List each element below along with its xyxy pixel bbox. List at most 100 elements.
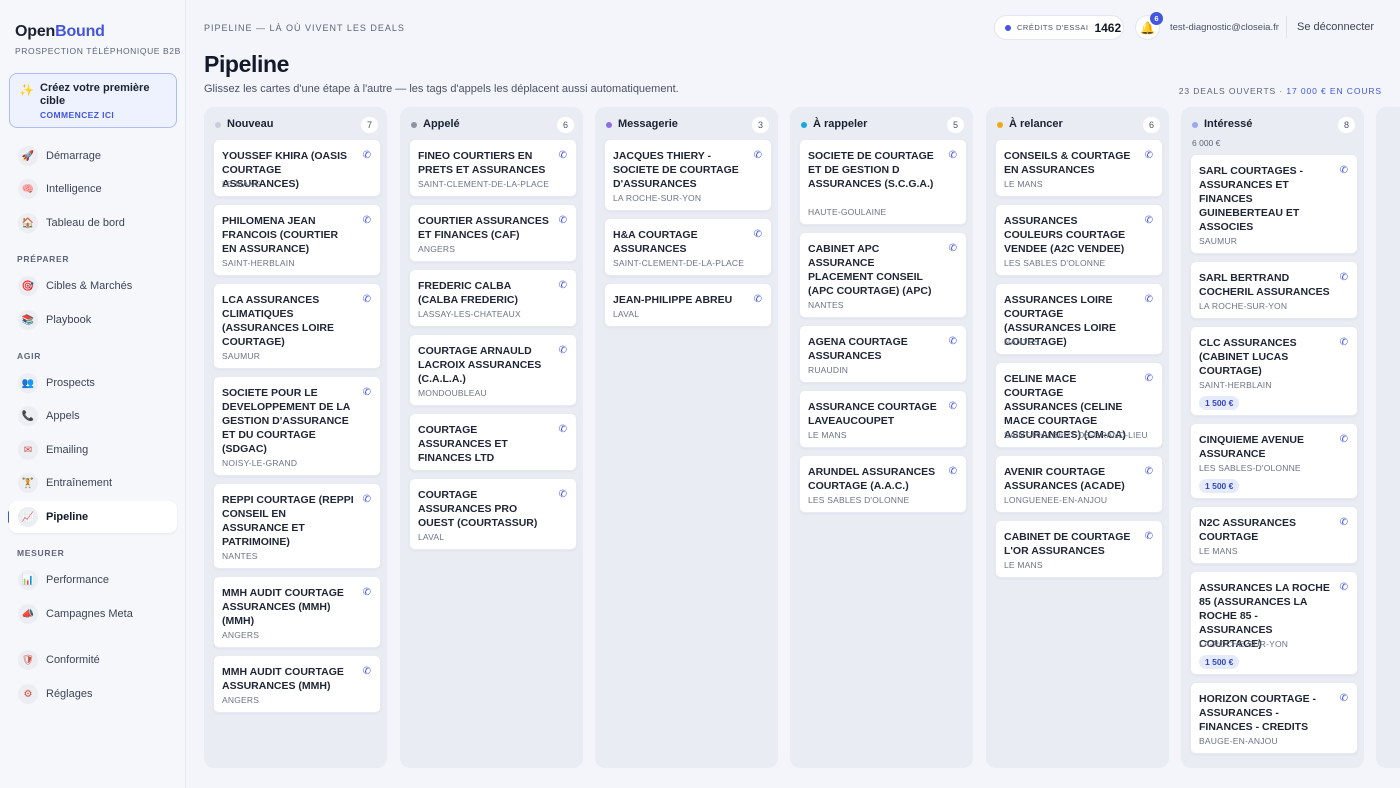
deal-card[interactable]: AVENIR COURTAGE ASSURANCES (ACADE) ✆ LONGU… — [995, 455, 1163, 513]
deal-card[interactable]: H&A COURTAGE ASSURANCES ✆ SAINT-CLEMENT-DE… — [604, 218, 772, 276]
call-phone-icon[interactable]: ✆ — [363, 294, 371, 305]
call-phone-icon[interactable]: ✆ — [1340, 165, 1348, 176]
deal-card[interactable]: HORIZON COURTAGE - ASSURANCES - FINANCES… — [1190, 682, 1358, 754]
call-phone-icon[interactable]: ✆ — [1145, 373, 1153, 384]
deal-card[interactable]: LCA ASSURANCES CLIMATIQUES (ASSURANCES L… — [213, 283, 381, 369]
call-phone-icon[interactable]: ✆ — [949, 466, 957, 477]
call-phone-icon[interactable]: ✆ — [363, 215, 371, 226]
deal-card[interactable]: ASSURANCE COURTAGE LAVEAUCOUPET ✆ LE MANS — [799, 390, 967, 448]
deal-card[interactable]: COURTAGE ASSURANCES PRO OUEST (COURTASSU… — [409, 478, 577, 550]
column-count-badge: 6 — [557, 117, 574, 133]
deal-card[interactable]: PHILOMENA JEAN FRANCOIS (COURTIER EN ASS… — [213, 204, 381, 276]
deal-card[interactable]: N2C ASSURANCES COURTAGE ✆ LE MANS — [1190, 506, 1358, 564]
create-target-promo[interactable]: ✨ Créez votre première cible COMMENCEZ I… — [9, 73, 177, 128]
nav-item-pipeline[interactable]: 📈 Pipeline — [9, 501, 177, 533]
call-phone-icon[interactable]: ✆ — [559, 150, 567, 161]
call-phone-icon[interactable]: ✆ — [1340, 582, 1348, 593]
deal-card[interactable]: SARL BERTRAND COCHERIL ASSURANCES ✆ LA ROC… — [1190, 261, 1358, 319]
nav-item-emailing[interactable]: ✉ Emailing — [9, 434, 177, 466]
deal-card[interactable]: MMH AUDIT COURTAGE ASSURANCES (MMH) (MMH… — [213, 576, 381, 648]
rocket-icon: 🚀 — [18, 146, 38, 166]
pipeline-column[interactable]: Appelé 6 FINEO COURTIERS EN PRETS ET ASSUR… — [400, 107, 583, 768]
promo-cta-link[interactable]: COMMENCEZ ICI — [40, 110, 114, 120]
call-phone-icon[interactable]: ✆ — [559, 424, 567, 435]
deal-card[interactable]: ASSURANCES COULEURS COURTAGE VENDEE (A2C… — [995, 204, 1163, 276]
deal-card[interactable]: ARUNDEL ASSURANCES COURTAGE (A.A.C.) ✆ LES… — [799, 455, 967, 513]
deal-card[interactable]: FINEO COURTIERS EN PRETS ET ASSURANCES ✆ S… — [409, 139, 577, 197]
nav-item-reglages[interactable]: ⚙ Réglages — [9, 678, 177, 710]
call-phone-icon[interactable]: ✆ — [754, 229, 762, 240]
deal-card[interactable]: MMH AUDIT COURTAGE ASSURANCES (MMH) ✆ ANGE… — [213, 655, 381, 713]
call-phone-icon[interactable]: ✆ — [363, 494, 371, 505]
brand-logo[interactable]: OpenBound — [15, 23, 105, 41]
call-phone-icon[interactable]: ✆ — [949, 401, 957, 412]
call-phone-icon[interactable]: ✆ — [1340, 272, 1348, 283]
call-phone-icon[interactable]: ✆ — [559, 215, 567, 226]
nav-item-tableau-de-bord[interactable]: 🏠 Tableau de bord — [9, 207, 177, 239]
nav-item-intelligence[interactable]: 🧠 Intelligence — [9, 173, 177, 205]
nav-item-performance[interactable]: 📊 Performance — [9, 564, 177, 596]
call-phone-icon[interactable]: ✆ — [1145, 466, 1153, 477]
deal-card[interactable]: SOCIETE DE COURTAGE ET DE GESTION D ASSU… — [799, 139, 967, 225]
deal-card[interactable]: COURTAGE ASSURANCES ET FINANCES LTD ✆ — — [409, 413, 577, 471]
call-phone-icon[interactable]: ✆ — [1340, 693, 1348, 704]
deal-card[interactable]: COURTAGE ARNAULD LACROIX ASSURANCES (C.A… — [409, 334, 577, 406]
call-phone-icon[interactable]: ✆ — [1145, 531, 1153, 542]
call-phone-icon[interactable]: ✆ — [363, 587, 371, 598]
deal-card[interactable]: REPPI COURTAGE (REPPI CONSEIL EN ASSURAN… — [213, 483, 381, 569]
call-phone-icon[interactable]: ✆ — [1340, 337, 1348, 348]
stage-dot-icon — [215, 122, 221, 128]
deal-card[interactable]: FREDERIC CALBA (CALBA FREDERIC) ✆ LASSAY-L… — [409, 269, 577, 327]
deal-amount-badge: 1 500 € — [1199, 655, 1240, 669]
nav-item-prospects[interactable]: 👥 Prospects — [9, 367, 177, 399]
deal-card[interactable]: CABINET APC ASSURANCE PLACEMENT CONSEIL … — [799, 232, 967, 318]
deal-card[interactable]: ASSURANCES LOIRE COURTAGE (ASSURANCES LO… — [995, 283, 1163, 355]
call-phone-icon[interactable]: ✆ — [754, 150, 762, 161]
pipeline-column[interactable]: À rappeler 5 SOCIETE DE COURTAGE ET DE GES… — [790, 107, 973, 768]
call-phone-icon[interactable]: ✆ — [1145, 150, 1153, 161]
deal-card[interactable]: YOUSSEF KHIRA (OASIS COURTAGE ASSURANCES… — [213, 139, 381, 197]
call-phone-icon[interactable]: ✆ — [559, 345, 567, 356]
deal-card[interactable]: CABINET DE COURTAGE L'OR ASSURANCES ✆ LE M… — [995, 520, 1163, 578]
deal-card[interactable]: COURTIER ASSURANCES ET FINANCES (CAF) ✆ AN… — [409, 204, 577, 262]
deal-card-city: LAVAL — [613, 309, 640, 319]
deal-card[interactable]: ASSURANCES LA ROCHE 85 (ASSURANCES LA RO… — [1190, 571, 1358, 675]
call-phone-icon[interactable]: ✆ — [949, 243, 957, 254]
nav-item-entrainement[interactable]: 🏋 Entraînement — [9, 467, 177, 499]
call-phone-icon[interactable]: ✆ — [949, 150, 957, 161]
logout-button[interactable]: Se déconnecter — [1297, 21, 1374, 33]
deal-card[interactable]: AGENA COURTAGE ASSURANCES ✆ RUAUDIN — [799, 325, 967, 383]
call-phone-icon[interactable]: ✆ — [1145, 294, 1153, 305]
nav-item-demarrage[interactable]: 🚀 Démarrage — [9, 140, 177, 172]
credits-pill[interactable]: CRÉDITS D'ESSAI 1462 — [994, 15, 1124, 40]
nav-item-playbook[interactable]: 📚 Playbook — [9, 304, 177, 336]
deal-card[interactable]: SOCIETE POUR LE DEVELOPPEMENT DE LA GEST… — [213, 376, 381, 476]
deal-card[interactable]: CLC ASSURANCES (CABINET LUCAS COURTAGE) ✆… — [1190, 326, 1358, 416]
nav-item-campagnes-meta[interactable]: 📣 Campagnes Meta — [9, 598, 177, 630]
deal-card-city: SAINT-CLEMENT-DE-LA-PLACE — [418, 179, 550, 189]
deal-card[interactable]: CELINE MACE COURTAGE ASSURANCES (CELINE … — [995, 362, 1163, 448]
pipeline-column[interactable]: Messagerie 3 JACQUES THIERY - SOCIETE DE C… — [595, 107, 778, 768]
call-phone-icon[interactable]: ✆ — [1145, 215, 1153, 226]
call-phone-icon[interactable]: ✆ — [363, 387, 371, 398]
pipeline-column[interactable]: À relancer 6 CONSEILS & COURTAGE EN ASSURA… — [986, 107, 1169, 768]
deal-card[interactable]: CONSEILS & COURTAGE EN ASSURANCES ✆ LE MAN… — [995, 139, 1163, 197]
call-phone-icon[interactable]: ✆ — [949, 336, 957, 347]
user-email: test-diagnostic@closeia.fr — [1170, 22, 1279, 33]
nav-item-cibles-marches[interactable]: 🎯 Cibles & Marchés — [9, 270, 177, 302]
call-phone-icon[interactable]: ✆ — [363, 666, 371, 677]
deal-card[interactable]: SARL COURTAGES - ASSURANCES ET FINANCES … — [1190, 154, 1358, 254]
call-phone-icon[interactable]: ✆ — [1340, 434, 1348, 445]
call-phone-icon[interactable]: ✆ — [754, 294, 762, 305]
deal-card[interactable]: JEAN-PHILIPPE ABREU ✆ LAVAL — [604, 283, 772, 327]
call-phone-icon[interactable]: ✆ — [559, 489, 567, 500]
call-phone-icon[interactable]: ✆ — [559, 280, 567, 291]
nav-item-appels[interactable]: 📞 Appels — [9, 400, 177, 432]
deal-card[interactable]: CINQUIEME AVENUE ASSURANCE ✆ LES SABLES-D'… — [1190, 423, 1358, 499]
pipeline-column[interactable]: Nouveau 7 YOUSSEF KHIRA (OASIS COURTAGE AS… — [204, 107, 387, 768]
deal-card[interactable]: JACQUES THIERY - SOCIETE DE COURTAGE D'A… — [604, 139, 772, 211]
pipeline-column[interactable]: Intéressé 8 6 000 € SARL COURTAGES - ASSURA… — [1181, 107, 1364, 768]
call-phone-icon[interactable]: ✆ — [363, 150, 371, 161]
call-phone-icon[interactable]: ✆ — [1340, 517, 1348, 528]
nav-item-conformite[interactable]: 🛡 Conformité — [9, 644, 177, 676]
